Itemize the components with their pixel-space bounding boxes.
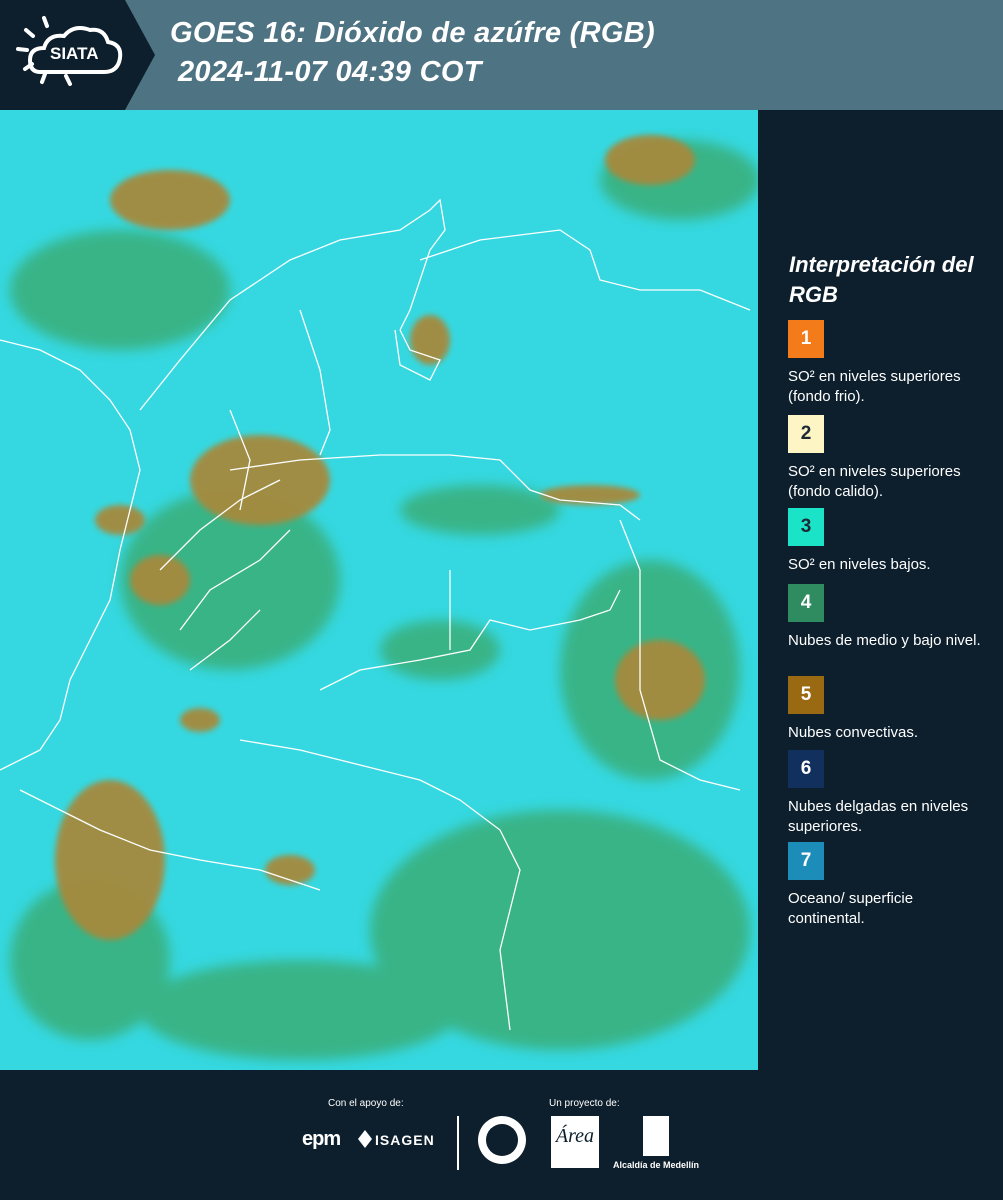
- isagen-logo: ISAGEN: [375, 1132, 435, 1148]
- legend-label: Nubes delgadas en niveles superiores.: [788, 798, 969, 835]
- legend-swatch: 1: [788, 320, 824, 358]
- legend-item: 4 Nubes de medio y bajo nivel.: [788, 584, 993, 651]
- page-title: GOES 16: Dióxido de azúfre (RGB): [170, 17, 655, 49]
- legend-swatch: 2: [788, 415, 824, 453]
- legend-item: 2 SO² en niveles superiores (fondo calid…: [788, 415, 993, 502]
- legend-title: Interpretación del RGB: [789, 252, 974, 307]
- legend-swatch: 4: [788, 584, 824, 622]
- legend-swatch: 6: [788, 750, 824, 788]
- medellin-seal-icon: [478, 1116, 526, 1164]
- legend-item: 6 Nubes delgadas en niveles superiores.: [788, 750, 993, 837]
- satellite-map[interactable]: [0, 110, 758, 1070]
- legend-panel: Interpretación del RGB 1 SO² en niveles …: [760, 110, 1003, 1070]
- legend-item: 3 SO² en niveles bajos.: [788, 508, 993, 575]
- alcaldia-logo-text: Alcaldía de Medellín: [613, 1160, 700, 1170]
- legend-label: SO² en niveles bajos.: [788, 556, 931, 573]
- legend-label: Nubes de medio y bajo nivel.: [788, 632, 981, 649]
- area-metropolitana-logo: Área: [551, 1116, 599, 1168]
- alcaldia-shield-icon: [643, 1116, 669, 1156]
- legend-label: Nubes convectivas.: [788, 724, 919, 741]
- logo-panel: SIATA: [0, 0, 160, 110]
- legend-swatch: 3: [788, 508, 824, 546]
- support-label: Con el apoyo de:: [328, 1098, 404, 1109]
- footer: Con el apoyo de: Un proyecto de: epm ISA…: [0, 1070, 1003, 1200]
- legend-swatch: 5: [788, 676, 824, 714]
- footer-divider: [457, 1116, 459, 1170]
- header-bar: SIATA GOES 16: Dióxido de azúfre (RGB) 2…: [0, 0, 1003, 110]
- legend-label: SO² en niveles superiores (fondo calido)…: [788, 463, 961, 500]
- epm-logo: epm: [302, 1128, 341, 1150]
- legend-swatch: 7: [788, 842, 824, 880]
- legend-item: 7 Oceano/ superficie continental.: [788, 842, 993, 929]
- project-label: Un proyecto de:: [549, 1098, 620, 1109]
- legend-label: Oceano/ superficie continental.: [788, 890, 914, 927]
- legend-label: SO² en niveles superiores (fondo frio).: [788, 368, 961, 405]
- timestamp: 2024-11-07 04:39 COT: [178, 56, 482, 88]
- isagen-mark-icon: [358, 1130, 372, 1148]
- legend-item: 1 SO² en niveles superiores (fondo frio)…: [788, 320, 993, 407]
- legend-item: 5 Nubes convectivas.: [788, 676, 993, 743]
- siata-logo-text: SIATA: [50, 44, 99, 63]
